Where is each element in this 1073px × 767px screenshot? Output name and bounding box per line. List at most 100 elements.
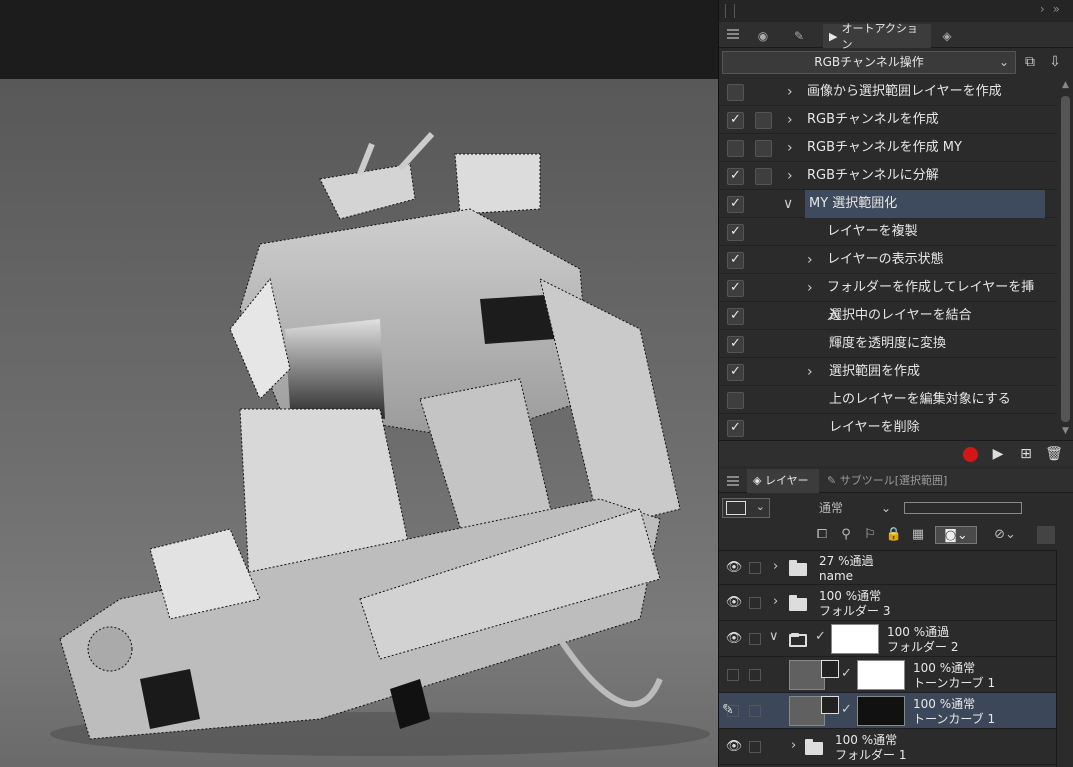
- trash-icon[interactable]: 🗑: [1043, 444, 1065, 464]
- action-row-selected[interactable]: ∨ MY 選択範囲化: [719, 190, 1057, 218]
- action-row[interactable]: レイヤーを複製: [719, 218, 1057, 246]
- action-enable-checkbox[interactable]: [727, 336, 744, 353]
- action-row[interactable]: 上のレイヤーを編集対象にする: [719, 386, 1057, 414]
- action-row[interactable]: › フォルダーを作成してレイヤーを挿入: [719, 274, 1057, 323]
- canvas-area[interactable]: [0, 0, 718, 767]
- action-set-select[interactable]: RGBチャンネル操作 ⌄: [722, 51, 1016, 74]
- eye-icon[interactable]: 👁: [725, 596, 743, 610]
- grip-icon[interactable]: [725, 4, 735, 18]
- action-enable-checkbox[interactable]: [727, 224, 744, 241]
- action-row[interactable]: › RGBチャンネルを作成 MY: [719, 134, 1057, 162]
- action-row[interactable]: › 画像から選択範囲レイヤーを作成: [719, 78, 1057, 106]
- layer-list-scrollbar[interactable]: [1056, 550, 1073, 767]
- layer-check-box[interactable]: [749, 562, 761, 574]
- mask-toggle-icon[interactable]: ◙⌄: [935, 526, 977, 544]
- record-tab-icon[interactable]: ◉: [749, 24, 777, 48]
- chevron-right-icon[interactable]: ›: [791, 738, 796, 753]
- action-row[interactable]: › レイヤーの表示状態: [719, 246, 1057, 274]
- tab-auto-action[interactable]: ▶ オートアクション: [823, 22, 931, 51]
- folder-icon: [805, 739, 823, 755]
- layer-check-box[interactable]: [749, 669, 761, 681]
- chevron-right-icon[interactable]: ›: [787, 134, 793, 162]
- chevron-right-icon[interactable]: ›: [807, 358, 813, 386]
- canvas-image[interactable]: [0, 79, 718, 767]
- action-enable-checkbox[interactable]: [727, 364, 744, 381]
- draft-icon[interactable]: ⚐: [861, 526, 879, 544]
- action-enable-checkbox[interactable]: [727, 84, 744, 101]
- action-dialog-checkbox[interactable]: [755, 140, 772, 157]
- eye-icon[interactable]: 👁: [725, 632, 743, 646]
- action-row[interactable]: 輝度を透明度に変換: [719, 330, 1057, 358]
- layer-check-box[interactable]: [749, 633, 761, 645]
- copy-set-icon[interactable]: ⧉: [1019, 52, 1041, 74]
- layer-row[interactable]: 👁 ∨ ✓ 100 %通過 フォルダー 2: [719, 621, 1056, 657]
- scroll-up-icon[interactable]: ▲: [1060, 80, 1071, 92]
- action-enable-checkbox[interactable]: [727, 280, 744, 297]
- chevron-down-icon[interactable]: ∨: [769, 629, 779, 644]
- action-enable-checkbox[interactable]: [727, 252, 744, 269]
- layer-row[interactable]: ✓ 100 %通常 トーンカーブ 1: [719, 657, 1056, 693]
- clip-icon[interactable]: ⧠: [813, 526, 831, 544]
- action-dialog-checkbox[interactable]: [755, 168, 772, 185]
- action-row[interactable]: レイヤーを削除: [719, 414, 1057, 440]
- lock-icon[interactable]: 🔒: [885, 526, 903, 544]
- chevron-right-icon[interactable]: ›: [787, 106, 793, 134]
- blend-mode-select[interactable]: 通常 ⌄: [779, 498, 895, 518]
- eye-icon[interactable]: 👁: [725, 740, 743, 754]
- layer-check-box[interactable]: [749, 597, 761, 609]
- panel-menu-icon[interactable]: [727, 29, 739, 39]
- mask-disable-icon[interactable]: ⊘⌄: [985, 526, 1025, 544]
- layer-check-box[interactable]: [727, 669, 739, 681]
- scroll-down-icon[interactable]: ▼: [1060, 426, 1071, 438]
- action-enable-checkbox[interactable]: [727, 420, 744, 437]
- add-action-icon[interactable]: ⊞: [1015, 444, 1037, 464]
- lock-transparency-icon[interactable]: ▦: [909, 526, 927, 544]
- action-row[interactable]: › RGBチャンネルを作成: [719, 106, 1057, 134]
- play-icon[interactable]: ▶: [987, 444, 1009, 464]
- tab-subtool[interactable]: ✎ サブツール[選択範囲]: [827, 469, 963, 493]
- action-enable-checkbox[interactable]: [727, 196, 744, 213]
- action-enable-checkbox[interactable]: [727, 140, 744, 157]
- chevron-right-icon[interactable]: ›: [807, 246, 813, 274]
- layer-mode: 100 %通常: [913, 661, 976, 675]
- layer-check-box[interactable]: [749, 705, 761, 717]
- layer-check-box[interactable]: [749, 741, 761, 753]
- tab-layer[interactable]: ◈ レイヤー: [747, 469, 819, 493]
- layer-check-box[interactable]: [727, 705, 739, 717]
- action-enable-checkbox[interactable]: [727, 308, 744, 325]
- chevron-right-icon[interactable]: ›: [787, 78, 793, 106]
- layer-color-dropdown[interactable]: ⌄: [722, 498, 770, 518]
- chevron-right-icon[interactable]: ›: [807, 274, 813, 302]
- chevron-right-icon[interactable]: ›: [773, 559, 778, 574]
- chevron-right-icon[interactable]: ›: [773, 594, 778, 609]
- reference-icon[interactable]: ⚲: [837, 526, 855, 544]
- record-icon[interactable]: [963, 447, 978, 462]
- eye-icon[interactable]: 👁: [725, 561, 743, 575]
- action-row[interactable]: › RGBチャンネルに分解: [719, 162, 1057, 190]
- action-enable-checkbox[interactable]: [727, 392, 744, 409]
- chevron-right-icon[interactable]: ›: [787, 162, 793, 190]
- subtool-icon: ✎: [827, 474, 840, 487]
- action-list-scrollbar[interactable]: ▲ ▼: [1057, 78, 1073, 440]
- brush-tab-icon[interactable]: ✎: [785, 24, 813, 48]
- chevron-down-icon: ⌄: [998, 55, 1009, 69]
- layer-row[interactable]: 👁 › 100 %通常 フォルダー 1: [719, 729, 1056, 765]
- import-icon[interactable]: ⇩: [1044, 52, 1066, 74]
- action-row[interactable]: › 選択範囲を作成: [719, 358, 1057, 386]
- action-enable-checkbox[interactable]: [727, 112, 744, 129]
- action-dialog-checkbox[interactable]: [755, 112, 772, 129]
- opacity-slider[interactable]: [904, 502, 1022, 514]
- stack-tab-icon[interactable]: ◈: [933, 24, 961, 48]
- collapse-arrows-icon[interactable]: ›»: [1040, 2, 1068, 16]
- layer-row-selected[interactable]: ✎ ✓ 100 %通常 トーンカーブ 1: [719, 693, 1056, 729]
- layer-color-swatch: [726, 501, 746, 515]
- chevron-down-icon[interactable]: ∨: [783, 190, 793, 218]
- panel-menu-icon[interactable]: [727, 476, 739, 486]
- action-enable-checkbox[interactable]: [727, 168, 744, 185]
- action-row[interactable]: 選択中のレイヤーを結合: [719, 302, 1057, 330]
- scroll-thumb[interactable]: [1061, 96, 1070, 422]
- layer-row[interactable]: 👁 › 100 %通常 フォルダー 3: [719, 585, 1056, 621]
- action-label: 選択中のレイヤーを結合: [829, 308, 972, 323]
- layer-option-icon[interactable]: [1037, 526, 1055, 544]
- layer-row[interactable]: 👁 › 27 %通過 name: [719, 551, 1056, 585]
